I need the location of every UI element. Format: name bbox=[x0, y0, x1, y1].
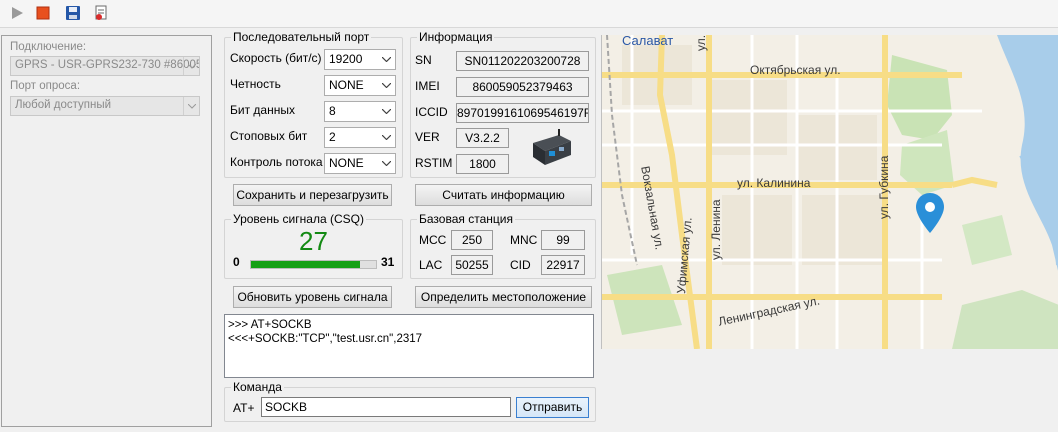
signal-max: 31 bbox=[381, 255, 395, 269]
port-value: Любой доступный bbox=[15, 99, 112, 111]
locate-button[interactable]: Определить местоположение bbox=[415, 286, 592, 308]
chevron-down-icon bbox=[379, 103, 393, 120]
chevron-down-icon bbox=[379, 155, 393, 172]
iccid-field: 8970199161069546197F bbox=[456, 103, 589, 123]
save-and-reboot-button[interactable]: Сохранить и перезагрузить bbox=[233, 184, 392, 206]
map-label-kalinina: ул. Калинина bbox=[737, 176, 811, 190]
play-button[interactable] bbox=[7, 3, 27, 23]
info-title: Информация bbox=[417, 30, 495, 44]
send-button[interactable]: Отправить bbox=[516, 397, 589, 418]
port-select[interactable]: Любой доступный bbox=[10, 96, 200, 116]
connection-select[interactable]: GPRS - USR-GPRS232-730 #86005 bbox=[10, 56, 200, 76]
serial-port-title: Последовательный порт bbox=[231, 30, 372, 44]
ver-label: VER bbox=[415, 130, 440, 144]
parity-select[interactable]: NONE bbox=[324, 75, 396, 96]
save-button[interactable] bbox=[63, 3, 83, 23]
imei-field: 860059052379463 bbox=[456, 77, 589, 97]
ver-field: V3.2.2 bbox=[456, 128, 509, 148]
command-title: Команда bbox=[231, 380, 284, 394]
command-prefix: AT+ bbox=[233, 401, 255, 415]
chevron-down-icon bbox=[379, 51, 393, 68]
connection-panel: Подключение: GPRS - USR-GPRS232-730 #860… bbox=[1, 35, 212, 427]
stop-bits-value: 2 bbox=[329, 130, 336, 144]
stop-button[interactable] bbox=[33, 3, 53, 23]
location-pin-icon bbox=[916, 193, 944, 233]
stop-bits-select[interactable]: 2 bbox=[324, 127, 396, 148]
data-bits-label: Бит данных bbox=[230, 103, 295, 117]
device-image-icon bbox=[533, 129, 571, 165]
parity-value: NONE bbox=[329, 78, 364, 92]
map-label-lenina-mid: ул. Ленина bbox=[709, 199, 723, 260]
export-button[interactable] bbox=[91, 3, 111, 23]
base-station-group: Базовая станция MCC 250 MNC 99 LAC 50255… bbox=[410, 212, 596, 279]
toolbar bbox=[0, 0, 1058, 28]
rstim-label: RSTIM bbox=[415, 156, 453, 170]
signal-group: Уровень сигнала (CSQ) 27 0 31 bbox=[224, 212, 403, 279]
console-line: >>> AT+SOCKB bbox=[228, 319, 312, 331]
imei-label: IMEI bbox=[415, 79, 440, 93]
rstim-field: 1800 bbox=[456, 154, 509, 174]
serial-port-group: Последовательный порт Скорость (бит/с) 1… bbox=[224, 30, 403, 178]
data-bits-value: 8 bbox=[329, 104, 336, 118]
lac-label: LAC bbox=[419, 258, 443, 272]
signal-title: Уровень сигнала (CSQ) bbox=[231, 212, 366, 226]
signal-progress-bar bbox=[250, 260, 377, 269]
connection-label: Подключение: bbox=[10, 41, 87, 53]
map-label-lenina-top: ул. Ленина bbox=[694, 35, 708, 51]
speed-value: 19200 bbox=[329, 52, 363, 66]
chevron-down-icon bbox=[183, 97, 199, 115]
info-group: Информация SN SN01120220320072​8 IMEI 86… bbox=[410, 30, 596, 178]
connection-value: GPRS - USR-GPRS232-730 #86005 bbox=[15, 59, 200, 71]
flow-control-select[interactable]: NONE bbox=[324, 153, 396, 174]
signal-min: 0 bbox=[233, 255, 240, 269]
command-input[interactable] bbox=[261, 397, 511, 417]
flow-control-value: NONE bbox=[329, 156, 364, 170]
data-bits-select[interactable]: 8 bbox=[324, 101, 396, 122]
iccid-label: ICCID bbox=[415, 105, 448, 119]
mcc-label: MCC bbox=[419, 233, 447, 247]
map-view[interactable]: Салават ул. Ленина Октябрьская ул. Вокза… bbox=[601, 35, 1058, 349]
read-info-button[interactable]: Считать информацию bbox=[415, 184, 592, 206]
port-label: Порт опроса: bbox=[10, 80, 81, 92]
mnc-label: MNC bbox=[510, 233, 538, 247]
flow-control-label: Контроль потока bbox=[230, 155, 323, 169]
speed-label: Скорость (бит/с) bbox=[230, 51, 322, 65]
play-icon bbox=[12, 7, 23, 19]
speed-select[interactable]: 19200 bbox=[324, 49, 396, 70]
stop-bits-label: Стоповых бит bbox=[230, 129, 308, 143]
mnc-field: 99 bbox=[541, 230, 585, 250]
sn-field: SN01120220320072​8 bbox=[456, 51, 589, 71]
map-label-salavat: Салават bbox=[622, 35, 674, 48]
chevron-down-icon bbox=[183, 57, 199, 75]
signal-value: 27 bbox=[299, 226, 328, 256]
map-label-oktyabrskaya: Октябрьская ул. bbox=[750, 63, 841, 77]
base-station-title: Базовая станция bbox=[417, 212, 515, 226]
console-output[interactable]: >>> AT+SOCKB <<<+SOCKB:"TCP","test.usr.c… bbox=[224, 314, 594, 378]
export-icon bbox=[95, 5, 107, 20]
mcc-field: 250 bbox=[451, 230, 493, 250]
cid-field: 22917 bbox=[541, 255, 585, 275]
console-line: <<<+SOCKB:"TCP","test.usr.cn",2317 bbox=[228, 333, 423, 345]
lac-field: 50255 bbox=[451, 255, 493, 275]
parity-label: Четность bbox=[230, 77, 281, 91]
save-icon bbox=[66, 6, 80, 20]
sn-label: SN bbox=[415, 53, 432, 67]
chevron-down-icon bbox=[379, 77, 393, 94]
cid-label: CID bbox=[510, 258, 531, 272]
map-canvas bbox=[602, 35, 1058, 349]
signal-progress-fill bbox=[251, 261, 360, 268]
map-label-gubkina: ул. Губкина bbox=[877, 155, 891, 219]
stop-icon bbox=[36, 6, 50, 20]
chevron-down-icon bbox=[379, 129, 393, 146]
command-group: Команда AT+ Отправить bbox=[224, 380, 596, 422]
refresh-signal-button[interactable]: Обновить уровень сигнала bbox=[233, 286, 392, 308]
